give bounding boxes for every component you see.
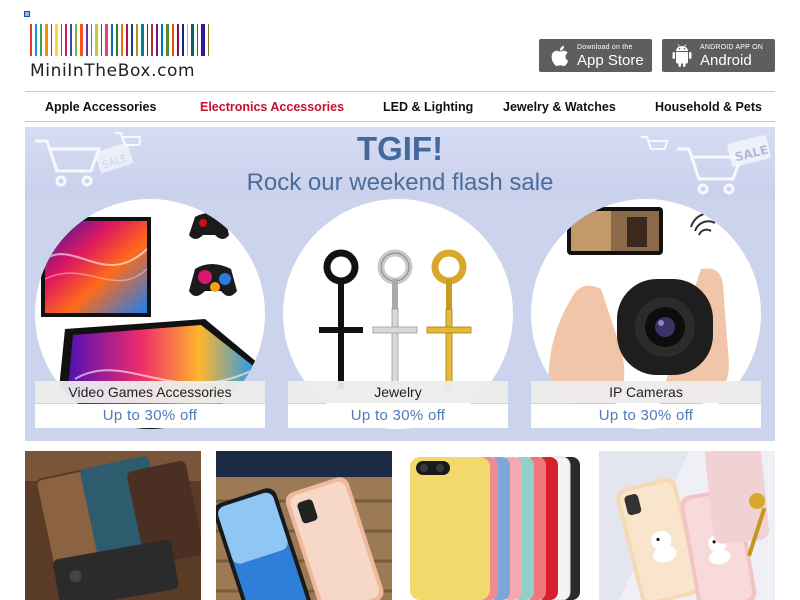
- flash-sale-banner[interactable]: SALE SALE TGIF! Rock our weekend flash s…: [25, 127, 775, 441]
- logo-stripe: [172, 24, 174, 56]
- deal-card-jewelry[interactable]: Jewelry Up to 30% off: [280, 197, 516, 441]
- logo-stripe: [39, 24, 42, 56]
- logo-stripe: [116, 24, 119, 56]
- deal-card-ip-cameras[interactable]: IP Cameras Up to 30% off: [523, 197, 769, 441]
- deal-label: Jewelry: [288, 381, 508, 403]
- app-store-small-label: Download on the: [577, 43, 633, 51]
- logo-stripe: [75, 24, 77, 56]
- product-image: [25, 451, 201, 600]
- logo-stripe: [79, 24, 84, 56]
- logo-stripe: [146, 24, 149, 56]
- logo-stripe: [201, 24, 205, 56]
- logo-barcode: [30, 24, 212, 56]
- deal-offer: Up to 30% off: [531, 404, 761, 428]
- category-nav: Apple Accessories Electronics Accessorie…: [25, 91, 775, 122]
- banner-title: TGIF!: [356, 130, 444, 167]
- logo-stripe: [176, 24, 180, 56]
- logo-stripe: [86, 24, 88, 56]
- logo-stripe: [100, 24, 103, 56]
- nav-item-jewelry-watches[interactable]: Jewelry & Watches: [503, 100, 616, 114]
- nav-item-household-pets[interactable]: Household & Pets: [655, 100, 762, 114]
- site-logo[interactable]: MiniInTheBox.com: [30, 24, 214, 81]
- product-image: [216, 451, 392, 600]
- product-image: [408, 451, 584, 600]
- logo-stripe: [50, 24, 53, 56]
- deal-offer: Up to 30% off: [288, 404, 508, 428]
- apple-icon: [546, 43, 572, 69]
- logo-stripe: [105, 24, 109, 56]
- logo-stripe: [126, 24, 128, 56]
- product-tile-cartoon-cases[interactable]: [599, 451, 775, 600]
- logo-stripe: [65, 24, 67, 56]
- logo-stripe: [156, 24, 159, 56]
- product-tile-wallet-cases[interactable]: [25, 451, 201, 600]
- logo-stripe: [55, 24, 58, 56]
- logo-stripe: [121, 24, 124, 56]
- app-store-big-label: App Store: [577, 51, 644, 69]
- logo-stripe: [196, 24, 199, 56]
- logo-text: MiniInTheBox.com: [30, 61, 196, 81]
- logo-stripe: [34, 24, 37, 56]
- logo-stripe: [95, 24, 98, 56]
- deal-card-video-games[interactable]: Video Games Accessories Up to 30% off: [27, 197, 273, 441]
- product-image: [599, 451, 775, 600]
- banner-subtitle: Rock our weekend flash sale: [246, 169, 554, 196]
- deal-offer: Up to 30% off: [35, 404, 265, 428]
- deal-label: Video Games Accessories: [35, 381, 265, 403]
- logo-stripe: [130, 24, 134, 56]
- logo-stripe: [44, 24, 48, 56]
- android-badge[interactable]: ANDROID APP ON Android: [662, 39, 775, 72]
- logo-stripe: [207, 24, 210, 56]
- app-store-badge[interactable]: Download on the App Store: [539, 39, 652, 72]
- logo-stripe: [161, 24, 163, 56]
- product-tile-glass-cases[interactable]: [216, 451, 392, 600]
- logo-stripe: [165, 24, 170, 56]
- logo-stripe: [186, 24, 189, 56]
- logo-stripe: [151, 24, 153, 56]
- nav-item-led-lighting[interactable]: LED & Lighting: [383, 100, 473, 114]
- logo-stripe: [136, 24, 138, 56]
- android-icon: [669, 43, 695, 69]
- deal-label: IP Cameras: [531, 381, 761, 403]
- logo-stripe: [182, 24, 184, 56]
- logo-stripe: [140, 24, 144, 56]
- product-tile-silicone-cases[interactable]: [408, 451, 584, 600]
- logo-stripe: [191, 24, 194, 56]
- logo-stripe: [90, 24, 93, 56]
- logo-stripe: [60, 24, 63, 56]
- logo-stripe: [30, 24, 32, 56]
- android-small-label: ANDROID APP ON: [700, 43, 763, 51]
- nav-item-electronics-accessories[interactable]: Electronics Accessories: [200, 100, 344, 114]
- corner-marker: [24, 11, 30, 17]
- android-big-label: Android: [700, 51, 752, 69]
- nav-item-apple-accessories[interactable]: Apple Accessories: [45, 100, 156, 114]
- logo-stripe: [111, 24, 114, 56]
- logo-stripe: [69, 24, 73, 56]
